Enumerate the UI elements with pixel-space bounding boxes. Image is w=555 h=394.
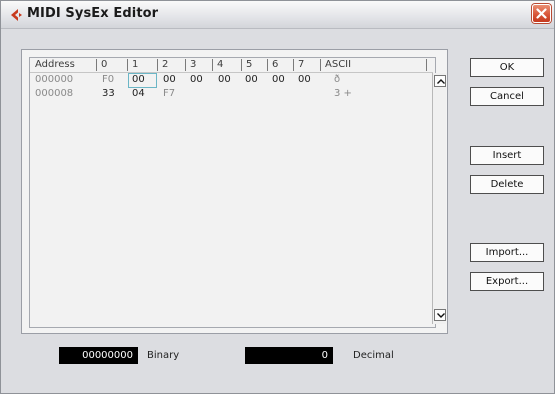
byte-cell[interactable]: 00 bbox=[298, 74, 311, 86]
ascii-cell[interactable]: ð bbox=[334, 74, 340, 86]
decimal-readout: 0 bbox=[245, 347, 333, 364]
row-address: 000000 bbox=[35, 74, 74, 85]
export-button[interactable]: Export... bbox=[470, 272, 544, 291]
column-separator[interactable] bbox=[157, 59, 158, 71]
chevron-down-icon bbox=[437, 313, 445, 318]
column-header-0: 0 bbox=[101, 59, 108, 70]
column-separator[interactable] bbox=[96, 59, 97, 71]
sysex-editor-window: MIDI SysEx Editor Address 0 1 2 3 4 5 6 bbox=[0, 0, 555, 394]
cancel-button[interactable]: Cancel bbox=[470, 87, 544, 106]
delete-button[interactable]: Delete bbox=[470, 175, 544, 194]
byte-cell-selected[interactable]: 00 bbox=[132, 74, 145, 86]
byte-cell[interactable]: 00 bbox=[163, 74, 176, 86]
ascii-cell[interactable]: 3 + bbox=[334, 88, 352, 100]
column-header-7: 7 bbox=[298, 59, 305, 70]
column-separator[interactable] bbox=[426, 59, 427, 71]
byte-cell[interactable]: 33 bbox=[102, 88, 115, 100]
decimal-label: Decimal bbox=[353, 350, 394, 361]
row-address: 000008 bbox=[35, 88, 74, 99]
column-header-4: 4 bbox=[217, 59, 224, 70]
column-separator[interactable] bbox=[267, 59, 268, 71]
title-bar[interactable]: MIDI SysEx Editor bbox=[1, 1, 554, 29]
sysex-grid[interactable]: Address 0 1 2 3 4 5 6 7 ASCII 000000 F0 bbox=[29, 57, 446, 328]
vertical-scrollbar[interactable] bbox=[432, 73, 446, 324]
column-header-ascii: ASCII bbox=[325, 59, 352, 70]
scroll-up-button[interactable] bbox=[434, 75, 446, 87]
column-header-2: 2 bbox=[162, 59, 169, 70]
byte-cell[interactable]: F0 bbox=[102, 74, 114, 86]
byte-cell[interactable]: 04 bbox=[132, 88, 145, 100]
column-header-3: 3 bbox=[190, 59, 197, 70]
byte-cell[interactable]: 00 bbox=[190, 74, 203, 86]
import-button[interactable]: Import... bbox=[470, 243, 544, 262]
byte-cell[interactable]: 00 bbox=[218, 74, 231, 86]
column-header-1: 1 bbox=[132, 59, 139, 70]
column-separator[interactable] bbox=[212, 59, 213, 71]
insert-button[interactable]: Insert bbox=[470, 146, 544, 165]
sysex-grid-frame: Address 0 1 2 3 4 5 6 7 ASCII 000000 F0 bbox=[21, 49, 448, 334]
window-title: MIDI SysEx Editor bbox=[27, 6, 159, 21]
scroll-down-button[interactable] bbox=[434, 309, 446, 321]
column-header-5: 5 bbox=[246, 59, 253, 70]
close-button[interactable] bbox=[532, 4, 551, 23]
binary-label: Binary bbox=[147, 350, 180, 361]
cubase-logo-icon bbox=[11, 9, 22, 21]
column-separator[interactable] bbox=[127, 59, 128, 71]
ok-button[interactable]: OK bbox=[470, 58, 544, 77]
byte-cell[interactable]: 00 bbox=[272, 74, 285, 86]
column-separator[interactable] bbox=[320, 59, 321, 71]
column-header-6: 6 bbox=[272, 59, 279, 70]
byte-cell[interactable]: F7 bbox=[163, 88, 175, 100]
column-separator[interactable] bbox=[241, 59, 242, 71]
column-separator[interactable] bbox=[185, 59, 186, 71]
column-separator[interactable] bbox=[293, 59, 294, 71]
close-icon bbox=[536, 8, 547, 19]
chevron-up-icon bbox=[437, 79, 445, 84]
binary-readout: 00000000 bbox=[59, 347, 138, 364]
column-header-address: Address bbox=[35, 59, 75, 70]
header-divider bbox=[30, 72, 433, 73]
byte-cell[interactable]: 00 bbox=[245, 74, 258, 86]
